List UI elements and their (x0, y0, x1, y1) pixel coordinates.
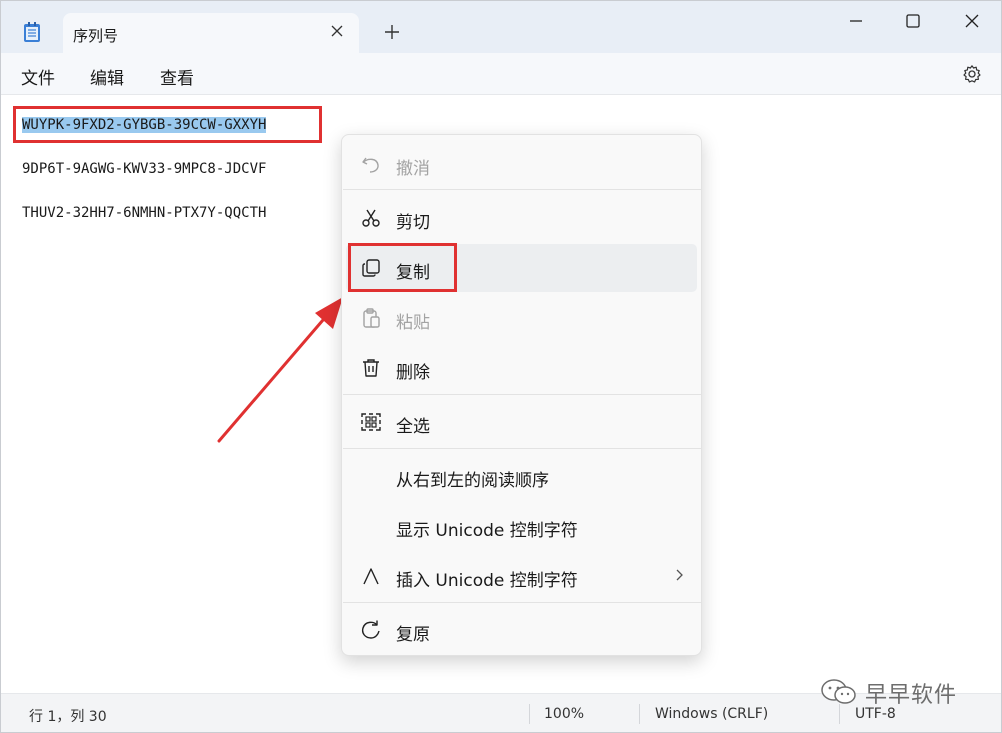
context-label-show-unicode: 显示 Unicode 控制字符 (396, 521, 578, 541)
annotation-box-copy (348, 243, 457, 292)
annotation-box-selection (13, 106, 322, 143)
undo-icon (362, 157, 379, 173)
status-divider (529, 704, 530, 724)
annotation-arrow (217, 297, 343, 443)
context-menu: 撤消 剪切 复制 粘贴 删除 全选 从右到左的阅读顺序 显示 Unicode 控… (341, 134, 702, 656)
context-item-rtl-reading[interactable]: 从右到左的阅读顺序 (346, 452, 697, 500)
context-label-undo: 撤消 (396, 159, 430, 179)
context-label-reconvert: 复原 (396, 625, 430, 645)
context-item-undo[interactable]: 撤消 (346, 140, 697, 188)
editor-line-3[interactable]: THUV2-32HH7-6NMHN-PTX7Y-QQCTH (22, 205, 266, 221)
context-divider (343, 602, 701, 603)
trash-icon (363, 359, 379, 377)
menu-file[interactable]: 文件 (21, 64, 55, 89)
watermark-text: 早早软件 (865, 683, 958, 708)
notepad-app-icon (24, 22, 40, 42)
maximize-icon[interactable] (903, 11, 923, 31)
context-item-show-unicode[interactable]: 显示 Unicode 控制字符 (346, 502, 697, 550)
context-divider (343, 394, 701, 395)
select-all-icon (361, 413, 381, 431)
cursor-position: 行 1，列 30 (29, 709, 107, 725)
context-label-insert-unicode: 插入 Unicode 控制字符 (396, 571, 578, 591)
chevron-right-icon (676, 569, 683, 581)
close-tab-icon[interactable] (329, 23, 345, 39)
context-item-paste[interactable]: 粘贴 (346, 294, 697, 342)
context-label-cut: 剪切 (396, 213, 430, 233)
scissors-icon (362, 209, 380, 227)
wechat-logo-icon (821, 679, 856, 704)
gear-icon[interactable] (962, 64, 982, 84)
notepad-window: 序列号 文件 编辑 查看 WUYPK-9FXD2-GYBGB-39CCW-GXX… (0, 0, 1002, 733)
tab-title: 序列号 (73, 27, 119, 45)
context-divider (343, 189, 701, 190)
zoom-level: 100% (544, 706, 585, 722)
status-divider (639, 704, 640, 724)
context-item-reconvert[interactable]: 复原 (346, 606, 697, 654)
reconvert-icon (361, 620, 380, 639)
context-label-rtl-reading: 从右到左的阅读顺序 (396, 471, 549, 491)
document-tab[interactable]: 序列号 (63, 13, 359, 53)
menu-edit[interactable]: 编辑 (90, 64, 124, 89)
context-item-select-all[interactable]: 全选 (346, 398, 697, 446)
context-label-select-all: 全选 (396, 417, 430, 437)
context-item-delete[interactable]: 删除 (346, 344, 697, 392)
context-divider (343, 448, 701, 449)
menu-bar: 文件 编辑 查看 (1, 53, 1001, 95)
menu-view[interactable]: 查看 (160, 64, 194, 89)
watermark: 早早软件 (819, 675, 979, 709)
clipboard-icon (363, 308, 380, 328)
minimize-icon[interactable] (846, 11, 866, 31)
context-item-insert-unicode[interactable]: 插入 Unicode 控制字符 (346, 552, 697, 600)
title-bar: 序列号 (1, 1, 1001, 53)
window-close-icon[interactable] (962, 11, 982, 31)
editor-line-2[interactable]: 9DP6T-9AGWG-KWV33-9MPC8-JDCVF (22, 161, 266, 177)
context-label-delete: 删除 (396, 363, 430, 383)
line-ending: Windows (CRLF) (655, 706, 769, 722)
new-tab-plus-icon[interactable] (383, 23, 401, 41)
context-label-paste: 粘贴 (396, 313, 430, 333)
unicode-caret-icon (363, 568, 379, 585)
context-item-cut[interactable]: 剪切 (346, 194, 697, 242)
